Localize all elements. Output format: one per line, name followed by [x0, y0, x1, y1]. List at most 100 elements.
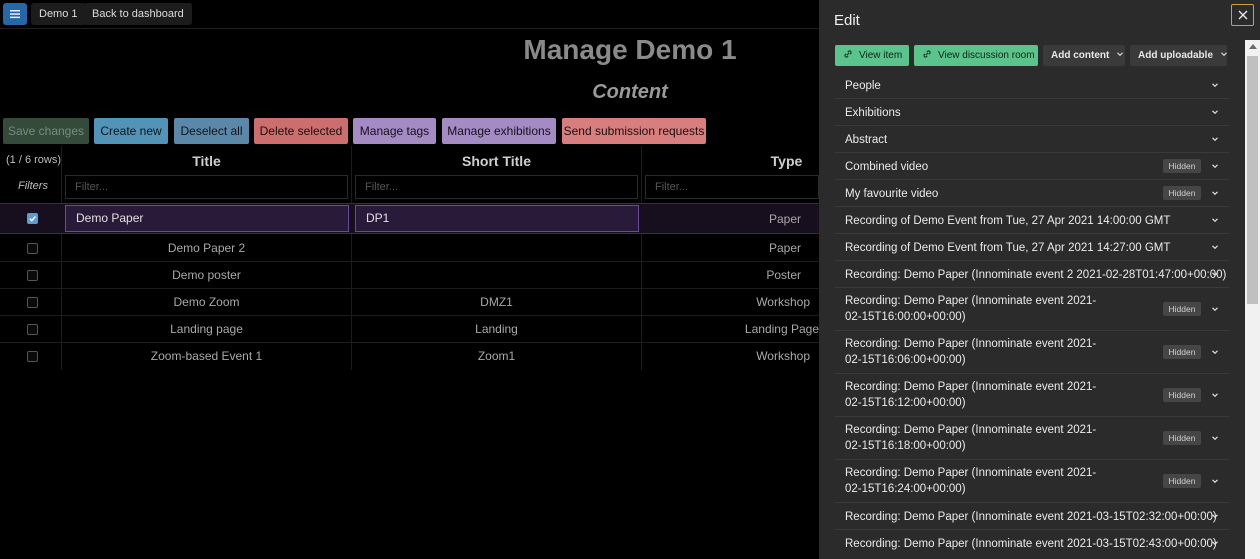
short-title-cell[interactable]: Landing [352, 322, 641, 336]
row-divider [0, 288, 819, 289]
column-header-short-title[interactable]: Short Title [352, 151, 641, 171]
filter-input-short-title[interactable]: Filter... [355, 175, 638, 199]
view-discussion-room-button[interactable]: View discussion room [914, 45, 1038, 66]
title-cell[interactable]: Demo poster [62, 268, 351, 282]
item-label: Recording: Demo Paper (Innominate event … [845, 295, 1097, 323]
scroll-up-arrow-icon[interactable] [1249, 44, 1257, 49]
type-cell[interactable]: Workshop [642, 295, 810, 309]
row-checkbox[interactable] [27, 243, 38, 254]
row-checkbox[interactable] [27, 324, 38, 335]
chevron-down-icon [1221, 52, 1227, 57]
accordion-item-recording[interactable]: Recording: Demo Paper (Innominate event … [835, 530, 1229, 557]
accordion-item-my-favourite-video[interactable]: My favourite video Hidden [835, 180, 1229, 207]
accordion-item-people[interactable]: People [835, 72, 1229, 99]
accordion-item-recording[interactable]: Recording: Demo Paper (Innominate event … [835, 460, 1229, 503]
accordion-item-recording[interactable]: Recording: Demo Paper (Innominate event … [835, 417, 1229, 460]
delete-selected-button[interactable]: Delete selected [254, 118, 348, 144]
create-new-button[interactable]: Create new [94, 118, 168, 144]
type-cell[interactable]: Paper [642, 241, 801, 255]
item-label: Recording: Demo Paper (Innominate event … [845, 467, 1097, 495]
item-label: Recording: Demo Paper (Innominate event … [845, 269, 1227, 281]
view-item-button[interactable]: View item [835, 45, 909, 66]
chevron-down-icon [1212, 479, 1218, 484]
item-label: Recording: Demo Paper (Innominate event … [845, 538, 1217, 550]
checkmark-icon [29, 216, 36, 222]
hidden-badge: Hidden [1163, 431, 1201, 445]
add-content-dropdown[interactable]: Add content [1043, 45, 1125, 66]
item-label: Abstract [845, 134, 888, 146]
column-divider [351, 146, 352, 370]
accordion-item-recording[interactable]: Recording: Demo Paper (Innominate event … [835, 288, 1229, 331]
row-checkbox[interactable] [27, 270, 38, 281]
save-changes-button[interactable]: Save changes [3, 118, 89, 144]
accordion-item-recording[interactable]: Recording of Demo Event from Tue, 27 Apr… [835, 234, 1229, 261]
title-cell[interactable]: Landing page [62, 322, 351, 336]
hidden-badge: Hidden [1163, 159, 1201, 173]
row-checkbox[interactable] [27, 351, 38, 362]
conference-name-button[interactable]: Demo 1 [31, 3, 86, 25]
accordion-item-exhibitions[interactable]: Exhibitions [835, 99, 1229, 126]
short-title-cell-editing[interactable]: DP1 [355, 205, 639, 232]
row-checkbox[interactable] [27, 297, 38, 308]
row-divider [0, 261, 819, 262]
accordion-item-recording[interactable]: Recording of Demo Event from Tue, 27 Apr… [835, 207, 1229, 234]
manage-exhibitions-button[interactable]: Manage exhibitions [442, 118, 556, 144]
hidden-badge: Hidden [1163, 345, 1201, 359]
type-cell[interactable]: Landing Page [642, 322, 819, 336]
deselect-all-button[interactable]: Deselect all [174, 118, 249, 144]
hidden-badge: Hidden [1163, 186, 1201, 200]
short-title-cell[interactable] [352, 241, 641, 255]
item-label: Exhibitions [845, 107, 901, 119]
type-cell[interactable]: Poster [642, 268, 801, 282]
row-checkbox[interactable] [27, 213, 38, 224]
content-item-list: People Exhibitions Abstract Combined vid… [835, 72, 1229, 557]
chevron-down-icon [1212, 350, 1218, 355]
hidden-badge: Hidden [1163, 388, 1201, 402]
chevron-down-icon [1212, 393, 1218, 398]
edit-panel: Edit View item View discussion room Add … [819, 0, 1260, 559]
filter-input-type[interactable]: Filter... [645, 175, 819, 199]
type-cell[interactable]: Paper [642, 212, 801, 226]
short-title-cell[interactable] [352, 268, 641, 282]
title-cell[interactable]: Demo Paper 2 [62, 241, 351, 255]
filters-label: Filters [18, 180, 48, 192]
column-header-title[interactable]: Title [62, 151, 351, 171]
title-cell-editing[interactable]: Demo Paper [65, 205, 349, 232]
back-to-dashboard-button[interactable]: Back to dashboard [84, 3, 192, 25]
scrollbar-thumb[interactable] [1247, 56, 1258, 304]
title-cell[interactable]: Zoom-based Event 1 [62, 349, 351, 363]
chevron-down-icon [1212, 272, 1218, 277]
item-label: Recording of Demo Event from Tue, 27 Apr… [845, 215, 1171, 227]
column-divider [61, 146, 62, 370]
short-title-cell[interactable]: DMZ1 [352, 295, 641, 309]
view-item-label: View item [859, 50, 903, 61]
top-bar: Demo 1 Back to dashboard [0, 0, 819, 29]
accordion-item-recording[interactable]: Recording: Demo Paper (Innominate event … [835, 374, 1229, 417]
accordion-item-recording[interactable]: Recording: Demo Paper (Innominate event … [835, 331, 1229, 374]
chevron-down-icon [1212, 218, 1218, 223]
row-count: (1 / 6 rows) [6, 154, 62, 166]
title-cell[interactable]: Demo Zoom [62, 295, 351, 309]
manage-tags-button[interactable]: Manage tags [353, 118, 436, 144]
accordion-item-combined-video[interactable]: Combined video Hidden [835, 153, 1229, 180]
column-divider [641, 146, 642, 370]
add-uploadable-dropdown[interactable]: Add uploadable [1130, 45, 1227, 66]
short-title-cell[interactable]: Zoom1 [352, 349, 641, 363]
hidden-badge: Hidden [1163, 302, 1201, 316]
chevron-down-icon [1212, 514, 1218, 519]
accordion-item-abstract[interactable]: Abstract [835, 126, 1229, 153]
hamburger-icon [10, 10, 20, 19]
accordion-item-recording[interactable]: Recording: Demo Paper (Innominate event … [835, 503, 1229, 530]
accordion-item-recording[interactable]: Recording: Demo Paper (Innominate event … [835, 261, 1229, 288]
close-button[interactable] [1231, 4, 1254, 26]
item-label: Recording: Demo Paper (Innominate event … [845, 338, 1097, 366]
filter-input-title[interactable]: Filter... [65, 175, 348, 199]
item-label: People [845, 80, 881, 92]
type-cell[interactable]: Workshop [642, 349, 810, 363]
send-submission-requests-button[interactable]: Send submission requests [562, 118, 706, 144]
chevron-down-icon [1117, 52, 1124, 57]
add-uploadable-label: Add uploadable [1138, 50, 1213, 61]
row-divider [0, 315, 819, 316]
item-label: My favourite video [845, 188, 939, 200]
menu-button[interactable] [3, 3, 27, 25]
